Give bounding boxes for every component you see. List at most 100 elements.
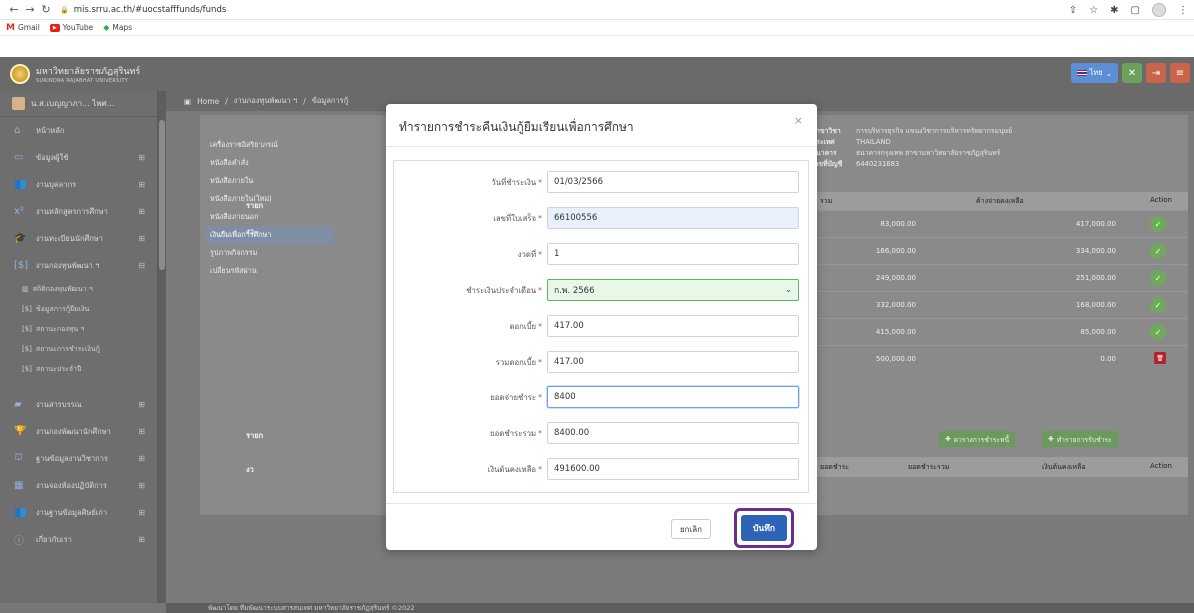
interest-total-field[interactable]: 417.00 <box>547 351 799 373</box>
breadcrumb-fund[interactable]: งานกองทุนพัฒนา ฯ <box>234 95 297 107</box>
expand-icon: ⊞ <box>138 207 145 216</box>
form-row-pay-amount: ยอดจ่ายชำระ * 8400 <box>394 386 810 408</box>
reload-icon[interactable]: ↻ <box>38 3 54 16</box>
sidebar-subitem-fund-status[interactable]: [$] สถานะกองทุน ฯ <box>0 319 157 339</box>
menu-icon[interactable]: ⋮ <box>1178 5 1188 16</box>
fullscreen-icon[interactable]: ✕ <box>1122 63 1142 83</box>
university-name: มหาวิทยาลัยราชภัฏสุรินทร์ SURINDRA RAJAB… <box>36 67 141 84</box>
plus-icon: ✚ <box>945 435 951 443</box>
sidebar-item-about[interactable]: ⓘ เกี่ยวกับเรา ⊞ <box>0 526 157 553</box>
logout-icon[interactable]: ⇥ <box>1146 63 1166 83</box>
breadcrumb-home[interactable]: Home <box>197 97 219 106</box>
total-cell: 83,000.00 <box>880 220 916 228</box>
submenu-item[interactable]: หนังสือคำสั่ง <box>206 154 334 172</box>
forward-icon[interactable]: → <box>22 3 38 16</box>
maps-icon: ◆ <box>103 23 110 32</box>
form-row-interest-total: รวมดอกเบี้ย * 417.00 <box>394 351 810 373</box>
sidebar-item-academic-db[interactable]: ⛫ ฐานข้อมูลงานวิชาการ ⊞ <box>0 445 157 472</box>
cancel-button[interactable]: ยกเลิก <box>671 519 711 539</box>
user-profile[interactable]: น.ส.เบญญาภา... ไพศ... <box>0 91 157 117</box>
divider <box>386 146 817 147</box>
check-icon[interactable]: ✓ <box>1150 324 1166 340</box>
submenu-item-active[interactable]: เงินยืมเพื่อการศึกษา <box>206 226 334 244</box>
form-row-pay-total: ยอดชำระรวม * 8400.00 <box>394 422 810 444</box>
installment-field[interactable]: 1 <box>547 243 799 265</box>
bookmark-gmail[interactable]: M Gmail <box>6 23 40 33</box>
sidebar-item-home[interactable]: ⌂ หน้าหลัก <box>0 117 157 144</box>
sidebar-subitem-fund-stats[interactable]: ▥ สถิติกองทุนพัฒนา ฯ <box>0 279 157 299</box>
check-icon[interactable]: ✓ <box>1150 243 1166 259</box>
star-icon[interactable]: ☆ <box>1089 5 1098 16</box>
remaining-cell: 334,000.00 <box>1075 247 1116 255</box>
extensions-icon[interactable]: ✱ <box>1110 5 1118 16</box>
pay-date-field[interactable]: 01/03/2566 <box>547 171 799 193</box>
sidebar-item-personnel[interactable]: 👥 งานบุคลากร ⊞ <box>0 171 157 198</box>
submenu-item[interactable]: เปลี่ยนรหัสผ่าน <box>206 262 334 280</box>
receipt-number-field[interactable]: 66100556 <box>547 207 799 229</box>
sidebar-subitem-loan-info[interactable]: [$] ข้อมูลการกู้ยืมเงิน <box>0 299 157 319</box>
save-button[interactable]: บันทึก <box>741 515 787 541</box>
sidebar-item-registration[interactable]: 🎓 งานทะเบียนนักศึกษา ⊞ <box>0 225 157 252</box>
section-label: รายก <box>246 201 264 210</box>
submenu-item[interactable]: หนังสือภายนอก <box>206 208 334 226</box>
close-icon[interactable]: × <box>794 114 803 127</box>
form-row-interest: ดอกเบี้ย * 417.00 <box>394 315 810 337</box>
remaining-cell: 168,000.00 <box>1075 301 1116 309</box>
expand-icon: ⊞ <box>138 234 145 243</box>
money-icon: [$] <box>22 325 32 333</box>
money-icon: [$] <box>22 345 32 353</box>
sidebar-item-user-info[interactable]: ▭ ข้อมูลผู้ใช้ ⊞ <box>0 144 157 171</box>
bookmark-youtube[interactable]: ▶ YouTube <box>49 23 93 32</box>
sidebar-item-documents[interactable]: ▰ งานสารบรรณ ⊞ <box>0 391 157 418</box>
check-icon[interactable]: ✓ <box>1150 270 1166 286</box>
add-repayment-button[interactable]: ✚ ทำรายการรับชำระ <box>1042 431 1118 447</box>
profile-avatar[interactable] <box>1152 3 1166 17</box>
submenu-item[interactable]: หนังสือภายใน(ใหม่) <box>206 190 334 208</box>
pay-total-field[interactable]: 8400.00 <box>547 422 799 444</box>
sidebar-item-alumni[interactable]: 👥 งานฐานข้อมูลศิษย์เก่า ⊞ <box>0 499 157 526</box>
submenu-item[interactable]: หนังสือภายใน <box>206 172 334 190</box>
browser-toolbar: ← → ↻ 🔒 mis.srru.ac.th/#uocstafffunds/fu… <box>0 0 1194 20</box>
loan-table-header: รวม ค้างจ่ายคงเหลือ Action <box>806 192 1188 210</box>
principal-left-field[interactable]: 491600.00 <box>547 458 799 480</box>
footer: พัฒนาโดย ทีมพัฒนาระบบสารสนเทศ มหาวิทยาลั… <box>166 603 1194 613</box>
remaining-cell: 0.00 <box>1100 355 1116 363</box>
expand-icon: ⊞ <box>138 400 145 409</box>
interest-field[interactable]: 417.00 <box>547 315 799 337</box>
delete-icon[interactable]: 🗑 <box>1154 352 1166 364</box>
folder-icon: ▰ <box>14 399 22 410</box>
pay-amount-field[interactable]: 8400 <box>547 386 799 408</box>
url-text: mis.srru.ac.th/#uocstafffunds/funds <box>73 4 227 15</box>
home-icon: ⌂ <box>14 125 21 136</box>
pay-month-select[interactable]: ก.พ. 2566 ⌄ <box>547 279 799 301</box>
sidebar-item-student-dev[interactable]: 🏆 งานกองพัฒนานักศึกษา ⊞ <box>0 418 157 445</box>
divider <box>386 503 817 504</box>
card-icon: ▭ <box>14 152 24 163</box>
check-icon[interactable]: ✓ <box>1150 297 1166 313</box>
language-select[interactable]: ไทย ⌄ <box>1070 63 1118 83</box>
share-icon[interactable]: ⇪ <box>1069 5 1077 16</box>
breadcrumb-loan[interactable]: ข้อมูลการกู้ <box>312 95 349 107</box>
back-icon[interactable]: ← <box>6 3 22 16</box>
submenu-item[interactable]: รูปภาพกิจกรรม <box>206 244 334 262</box>
schedule-button[interactable]: ✚ ตารางการชำระหนี้ <box>939 431 1016 447</box>
total-cell: 249,000.00 <box>875 274 916 282</box>
sidebar-subitem-annual-status[interactable]: [$] สถานะประจำปี <box>0 359 157 379</box>
users-icon: 👥 <box>14 179 27 190</box>
sidebar-scrollbar-thumb[interactable] <box>159 120 165 270</box>
sidebar-item-curriculum[interactable]: x² งานหลักสูตรการศึกษา ⊞ <box>0 198 157 225</box>
hamburger-icon[interactable]: ≡ <box>1170 63 1190 83</box>
sidebar-item-lab-booking[interactable]: ▦ งานจองห้องปฏิบัติการ ⊞ <box>0 472 157 499</box>
check-icon[interactable]: ✓ <box>1150 216 1166 232</box>
sidepanel-icon[interactable]: ▢ <box>1131 5 1140 16</box>
repay-table-header: ยอดชำระ ยอดชำระรวม เงินต้นคงเหลือ Action <box>806 457 1188 477</box>
address-bar[interactable]: 🔒 mis.srru.ac.th/#uocstafffunds/funds <box>60 5 226 15</box>
superscript-icon: x² <box>14 206 24 217</box>
sidebar-subitem-repay-status[interactable]: [$] สถานะการชำระเงินกู้ <box>0 339 157 359</box>
graduation-cap-icon: 🎓 <box>14 233 27 244</box>
bookmark-maps[interactable]: ◆ Maps <box>103 23 132 32</box>
submenu-item[interactable]: เครื่องราชอิสริยาภรณ์ <box>206 136 334 154</box>
table-row: 83,000.00 417,000.00 ✓ <box>806 210 1188 237</box>
form-row-pay-month: ชำระเงินประจำเดือน * ก.พ. 2566 ⌄ <box>394 279 810 301</box>
sidebar-item-fund[interactable]: [$] งานกองทุนพัฒนา ฯ ⊟ <box>0 252 157 279</box>
